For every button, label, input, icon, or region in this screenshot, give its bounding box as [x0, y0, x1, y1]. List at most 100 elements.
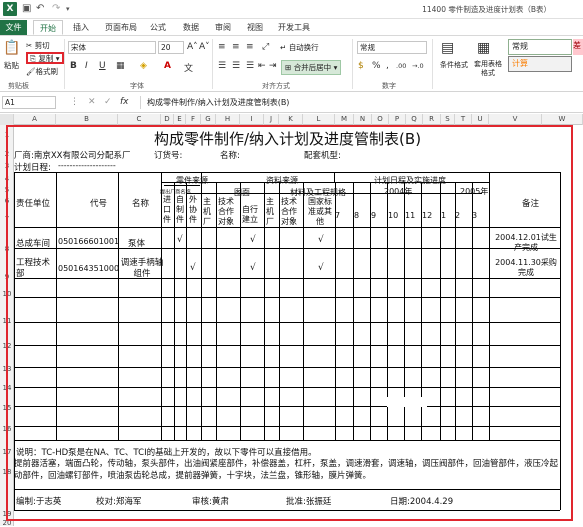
column-header[interactable]: L: [303, 114, 335, 125]
font-size-select[interactable]: 20: [158, 41, 184, 54]
column-header[interactable]: C: [118, 114, 161, 125]
cut-label: 剪切: [34, 41, 50, 50]
paste-button[interactable]: 粘贴: [4, 60, 19, 71]
enter-icon[interactable]: ✓: [104, 97, 112, 107]
orientation-icon[interactable]: ⤢: [262, 42, 269, 52]
ribbon-tabs: 文件 开始 插入 页面布局 公式 数据 审阅 视图 开发工具: [0, 19, 583, 35]
column-header[interactable]: R: [423, 114, 441, 125]
style-normal[interactable]: 常规: [508, 39, 572, 55]
decrease-decimal-button[interactable]: →.0: [412, 62, 424, 70]
save-icon[interactable]: ▣: [22, 3, 31, 14]
column-header[interactable]: O: [372, 114, 389, 125]
tab-formulas[interactable]: 公式: [145, 20, 171, 35]
currency-icon[interactable]: $: [358, 61, 364, 71]
conditional-format-button[interactable]: 条件格式: [437, 60, 471, 70]
redo-icon[interactable]: ↷: [52, 3, 60, 14]
number-group-label: 数字: [382, 82, 396, 90]
tab-insert[interactable]: 插入: [68, 20, 94, 35]
format-painter-button[interactable]: 🖌格式刷: [26, 66, 58, 77]
style-bad[interactable]: 差: [573, 39, 583, 55]
tab-file[interactable]: 文件: [0, 20, 27, 35]
column-header[interactable]: Q: [406, 114, 423, 125]
ribbon-separator: [352, 39, 353, 89]
comma-button[interactable]: ,: [386, 61, 389, 71]
format-as-table-button[interactable]: 套用表格格式: [471, 60, 505, 78]
tab-page-layout[interactable]: 页面布局: [100, 20, 142, 35]
font-group-label: 字体: [130, 82, 144, 90]
underline-button[interactable]: U: [99, 61, 106, 71]
copy-icon: ⎘: [30, 54, 36, 63]
column-header[interactable]: M: [335, 114, 354, 125]
font-name-select[interactable]: 宋体: [68, 41, 156, 54]
select-all-corner[interactable]: [0, 114, 14, 125]
column-header[interactable]: S: [441, 114, 455, 125]
column-header[interactable]: V: [489, 114, 542, 125]
style-calculation[interactable]: 计算: [508, 56, 572, 72]
window-title: 11400 零件制造及进度计划表（B表）: [422, 5, 551, 14]
font-color-icon[interactable]: A: [164, 61, 171, 71]
column-header[interactable]: H: [216, 114, 240, 125]
column-header[interactable]: N: [354, 114, 372, 125]
grow-font-icon[interactable]: A˄: [187, 42, 198, 52]
undo-icon[interactable]: ↶: [36, 3, 44, 14]
fx-button[interactable]: fx: [120, 97, 129, 107]
copy-label: 复制: [38, 54, 54, 63]
tab-home[interactable]: 开始: [33, 20, 63, 35]
format-painter-label: 格式刷: [35, 67, 59, 76]
align-top-icon[interactable]: ≡: [218, 42, 226, 52]
worksheet[interactable]: 构成零件制作/纳入计划及进度管制表(B) 厂商:南京XX有限公司分配系厂 订货号…: [6, 125, 583, 526]
shrink-font-icon[interactable]: A˅: [199, 42, 210, 52]
ribbon-separator: [432, 39, 433, 89]
conditional-format-icon[interactable]: ▤: [441, 40, 454, 56]
column-header[interactable]: W: [542, 114, 583, 125]
italic-button[interactable]: I: [85, 61, 88, 71]
more-icon: ⋮: [70, 97, 79, 107]
fill-color-icon[interactable]: ◈: [140, 61, 147, 71]
merge-center-button[interactable]: ⊞ 合并后居中 ▾: [281, 60, 342, 75]
bold-button[interactable]: B: [70, 61, 77, 71]
column-header[interactable]: I: [240, 114, 264, 125]
paste-icon[interactable]: 📋: [3, 40, 21, 58]
cut-button[interactable]: ✂ 剪切: [26, 40, 50, 51]
cancel-icon[interactable]: ✕: [88, 97, 96, 107]
tab-view[interactable]: 视图: [242, 20, 268, 35]
column-header[interactable]: A: [14, 114, 56, 125]
column-header[interactable]: E: [174, 114, 186, 125]
decrease-indent-icon[interactable]: ⇤: [258, 61, 266, 71]
merge-label: 合并后居中: [293, 63, 332, 72]
wrap-text-button[interactable]: ↵ 自动换行: [280, 42, 319, 53]
format-as-table-icon[interactable]: ▦: [477, 40, 490, 56]
align-bottom-icon[interactable]: ≡: [246, 42, 254, 52]
border-icon[interactable]: ▦: [116, 61, 125, 71]
name-box[interactable]: A1: [2, 96, 56, 109]
percent-button[interactable]: %: [372, 61, 381, 71]
increase-decimal-button[interactable]: .00: [396, 62, 406, 70]
tab-review[interactable]: 审阅: [210, 20, 236, 35]
align-left-icon[interactable]: ☰: [218, 61, 226, 71]
column-header[interactable]: D: [161, 114, 174, 125]
column-header[interactable]: K: [279, 114, 303, 125]
selection-outline: [6, 125, 573, 521]
phonetic-icon[interactable]: 文: [184, 61, 193, 74]
copy-button[interactable]: ⎘ 复制 ▾: [26, 52, 64, 64]
tab-data[interactable]: 数据: [178, 20, 204, 35]
number-format-select[interactable]: 常规: [357, 41, 427, 54]
merge-icon: ⊞: [285, 63, 292, 72]
increase-indent-icon[interactable]: ⇥: [269, 61, 277, 71]
formula-input[interactable]: 构成零件制作/纳入计划及进度管制表(B): [140, 96, 580, 109]
align-middle-icon[interactable]: ≡: [232, 42, 240, 52]
align-right-icon[interactable]: ☰: [246, 61, 254, 71]
tab-developer[interactable]: 开发工具: [274, 20, 314, 35]
align-center-icon[interactable]: ☰: [232, 61, 240, 71]
alignment-group-label: 对齐方式: [262, 82, 290, 90]
column-header[interactable]: T: [455, 114, 472, 125]
clipboard-group-label: 剪贴板: [8, 82, 29, 90]
column-header[interactable]: B: [56, 114, 118, 125]
column-headers: A B C D E F G H I J K L M N O P Q R S T …: [0, 114, 583, 125]
column-header[interactable]: F: [186, 114, 201, 125]
column-header[interactable]: G: [201, 114, 216, 125]
column-header[interactable]: U: [472, 114, 489, 125]
qat-dropdown-icon[interactable]: ▾: [66, 5, 70, 13]
column-header[interactable]: P: [389, 114, 406, 125]
column-header[interactable]: J: [264, 114, 279, 125]
